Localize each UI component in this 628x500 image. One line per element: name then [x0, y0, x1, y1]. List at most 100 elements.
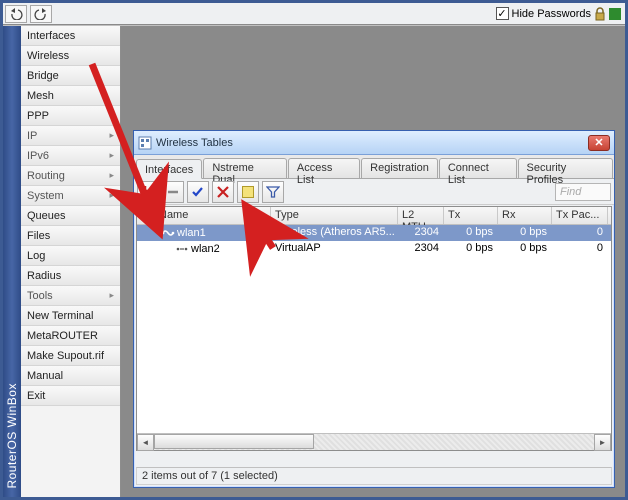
menu-item-manual[interactable]: Manual — [21, 366, 120, 386]
menu-item-radius[interactable]: Radius — [21, 266, 120, 286]
tab-security-profiles[interactable]: Security Profiles — [518, 158, 614, 178]
menu-item-label: Log — [27, 250, 45, 262]
lock-icon[interactable] — [594, 7, 606, 21]
menu-item-new-terminal[interactable]: New Terminal — [21, 306, 120, 326]
undo-button[interactable] — [5, 5, 27, 23]
menu-item-label: MetaROUTER — [27, 330, 98, 342]
disable-button[interactable] — [212, 181, 234, 203]
window-app-icon — [138, 136, 152, 150]
horizontal-scrollbar[interactable]: ◄ ► — [137, 433, 611, 450]
table-row[interactable]: wlan1Wireless (Atheros AR5...23040 bps0 … — [137, 225, 611, 241]
menu-item-ppp[interactable]: PPP — [21, 106, 120, 126]
tab-registration[interactable]: Registration — [361, 158, 438, 178]
col-tx[interactable]: Tx — [444, 207, 498, 224]
filter-button[interactable] — [262, 181, 284, 203]
app-side-banner: RouterOS WinBox — [3, 26, 21, 497]
grid-header[interactable]: # Name Type L2 MTU Tx Rx Tx Pac... ▼ — [137, 207, 611, 225]
close-button[interactable]: ✕ — [588, 135, 610, 151]
menu-item-label: Manual — [27, 370, 63, 382]
menu-item-interfaces[interactable]: Interfaces — [21, 26, 120, 46]
menu-item-make-supout-rif[interactable]: Make Supout.rif — [21, 346, 120, 366]
hide-passwords-label: Hide Passwords — [512, 8, 591, 20]
menu-item-ipv6[interactable]: IPv6 ▸ — [21, 146, 120, 166]
menu-item-label: Make Supout.rif — [27, 350, 104, 362]
menu-item-label: Radius — [27, 270, 61, 282]
app-name-label: RouterOS WinBox — [5, 375, 19, 497]
session-indicator[interactable] — [609, 8, 621, 20]
menu-item-files[interactable]: Files — [21, 226, 120, 246]
submenu-arrow-icon: ▸ — [109, 130, 114, 141]
col-txpackets[interactable]: Tx Pac... ▼ — [552, 207, 608, 224]
menu-item-label: IPv6 — [27, 150, 49, 162]
menu-item-log[interactable]: Log — [21, 246, 120, 266]
tab-connect-list[interactable]: Connect List — [439, 158, 517, 178]
menu-item-label: Files — [27, 230, 50, 242]
scroll-thumb[interactable] — [154, 434, 314, 449]
grid-rows: wlan1Wireless (Atheros AR5...23040 bps0 … — [137, 225, 611, 433]
submenu-arrow-icon: ▸ — [109, 150, 114, 161]
add-icon — [140, 185, 156, 199]
submenu-arrow-icon: ▸ — [109, 290, 114, 301]
interface-icon — [161, 228, 175, 238]
comment-button[interactable] — [237, 181, 259, 203]
table-row[interactable]: wlan2VirtualAP23040 bps0 bps0 — [137, 241, 611, 257]
add-button[interactable] — [137, 181, 159, 203]
wireless-tables-window: Wireless Tables ✕ InterfacesNstreme Dual… — [133, 130, 615, 488]
check-icon — [191, 185, 205, 199]
menu-item-label: Interfaces — [27, 30, 75, 42]
remove-button[interactable] — [162, 181, 184, 203]
find-placeholder: Find — [560, 186, 581, 198]
close-icon: ✕ — [594, 136, 603, 149]
col-name[interactable]: Name — [155, 207, 271, 224]
col-indicator[interactable]: # — [137, 207, 155, 224]
menu-item-label: Queues — [27, 210, 66, 222]
menu-item-ip[interactable]: IP ▸ — [21, 126, 120, 146]
menu-item-wireless[interactable]: Wireless — [21, 46, 120, 66]
menu-item-label: New Terminal — [27, 310, 93, 322]
mdi-client-area: Wireless Tables ✕ InterfacesNstreme Dual… — [121, 26, 625, 497]
menu-item-label: System — [27, 190, 64, 202]
menu-item-bridge[interactable]: Bridge — [21, 66, 120, 86]
submenu-arrow-icon: ▸ — [109, 190, 114, 201]
menu-item-system[interactable]: System ▸ — [21, 186, 120, 206]
note-icon — [241, 185, 255, 199]
undo-icon — [9, 8, 23, 20]
status-text: 2 items out of 7 (1 selected) — [142, 470, 278, 482]
menu-item-label: Routing — [27, 170, 65, 182]
col-l2mtu[interactable]: L2 MTU — [398, 207, 444, 224]
menu-item-label: PPP — [27, 110, 49, 122]
menu-item-queues[interactable]: Queues — [21, 206, 120, 226]
menu-item-label: Exit — [27, 390, 45, 402]
hide-passwords-checkbox[interactable]: ✓ — [496, 7, 509, 20]
row-name: wlan2 — [191, 243, 220, 255]
menu-item-label: Wireless — [27, 50, 69, 62]
find-input[interactable]: Find — [555, 183, 611, 201]
status-bar: 2 items out of 7 (1 selected) — [136, 467, 612, 485]
menu-item-label: Bridge — [27, 70, 59, 82]
submenu-arrow-icon: ▸ — [109, 170, 114, 181]
menu-item-metarouter[interactable]: MetaROUTER — [21, 326, 120, 346]
top-toolbar: ✓ Hide Passwords — [3, 3, 625, 25]
tab-interfaces[interactable]: Interfaces — [136, 159, 202, 179]
main-menu: InterfacesWirelessBridgeMeshPPPIP▸IPv6▸R… — [21, 26, 121, 497]
menu-item-routing[interactable]: Routing ▸ — [21, 166, 120, 186]
tab-access-list[interactable]: Access List — [288, 158, 360, 178]
menu-item-exit[interactable]: Exit — [21, 386, 120, 406]
menu-item-label: IP — [27, 130, 37, 142]
tab-bar: InterfacesNstreme DualAccess ListRegistr… — [134, 155, 614, 179]
x-icon — [216, 185, 230, 199]
col-type[interactable]: Type — [271, 207, 398, 224]
col-rx[interactable]: Rx — [498, 207, 552, 224]
tab-nstreme-dual[interactable]: Nstreme Dual — [203, 158, 287, 178]
scroll-right-button[interactable]: ► — [594, 434, 611, 451]
redo-button[interactable] — [30, 5, 52, 23]
menu-item-tools[interactable]: Tools▸ — [21, 286, 120, 306]
scroll-track[interactable] — [154, 434, 594, 450]
window-titlebar[interactable]: Wireless Tables ✕ — [134, 131, 614, 155]
redo-icon — [34, 8, 48, 20]
enable-button[interactable] — [187, 181, 209, 203]
menu-item-label: Mesh — [27, 90, 54, 102]
check-mark: ✓ — [497, 7, 506, 20]
menu-item-mesh[interactable]: Mesh — [21, 86, 120, 106]
scroll-left-button[interactable]: ◄ — [137, 434, 154, 451]
